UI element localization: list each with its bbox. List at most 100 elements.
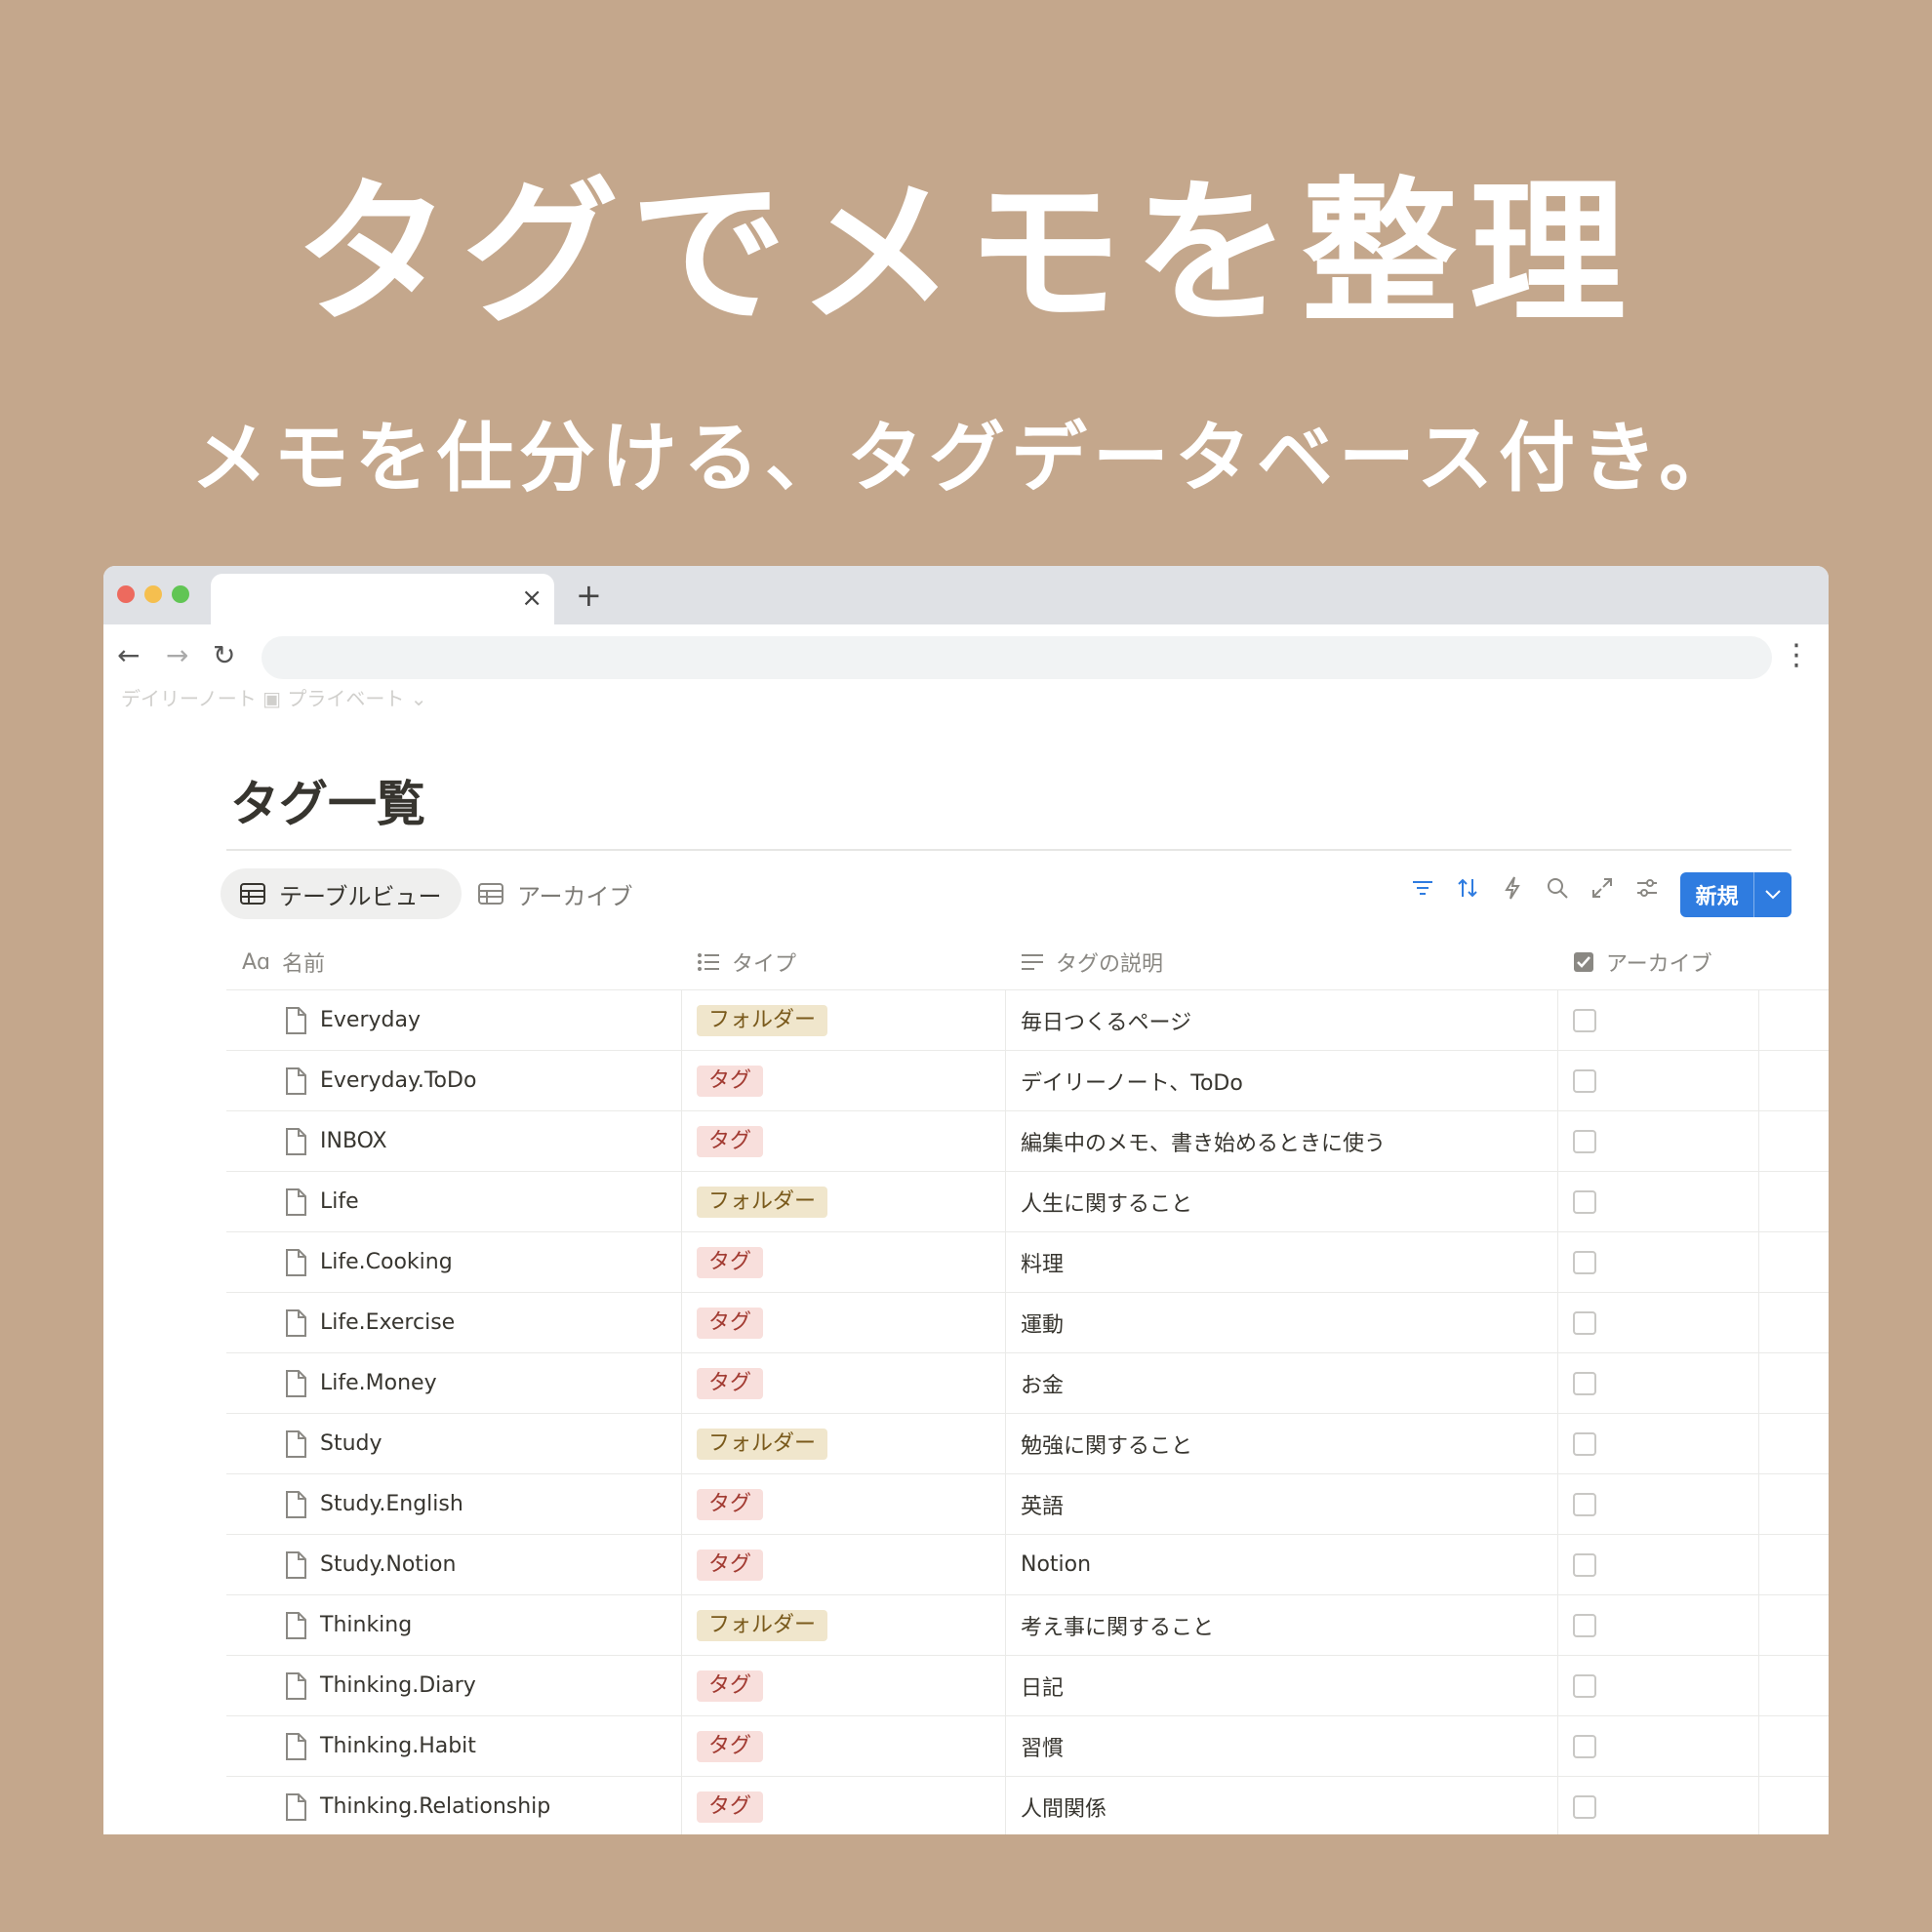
tab-close-icon[interactable]: × bbox=[521, 584, 543, 613]
type-cell[interactable]: タグ bbox=[697, 1232, 764, 1292]
name-cell[interactable]: Life bbox=[285, 1172, 359, 1231]
table-row[interactable]: Life.Exercise タグ 運動 bbox=[226, 1293, 1829, 1353]
archive-checkbox[interactable] bbox=[1573, 1552, 1596, 1577]
window-close-button[interactable] bbox=[117, 585, 135, 603]
row-name: Life.Cooking bbox=[320, 1250, 453, 1274]
archive-checkbox[interactable] bbox=[1573, 1371, 1596, 1395]
name-cell[interactable]: Study.Notion bbox=[285, 1535, 456, 1594]
archive-checkbox[interactable] bbox=[1573, 1492, 1596, 1516]
name-cell[interactable]: Life.Cooking bbox=[285, 1232, 453, 1292]
type-cell[interactable]: タグ bbox=[697, 1111, 764, 1171]
table-row[interactable]: Life.Money タグ お金 bbox=[226, 1353, 1829, 1414]
forward-icon[interactable]: → bbox=[166, 638, 188, 673]
new-button[interactable]: 新規 bbox=[1680, 872, 1791, 917]
name-cell[interactable]: Thinking bbox=[285, 1595, 412, 1655]
description-cell[interactable]: 英語 bbox=[1021, 1474, 1064, 1534]
table-row[interactable]: Life.Cooking タグ 料理 bbox=[226, 1232, 1829, 1293]
name-cell[interactable]: Study.English bbox=[285, 1474, 463, 1534]
search-icon[interactable] bbox=[1546, 876, 1569, 900]
new-tab-button[interactable]: + bbox=[576, 578, 602, 613]
type-cell[interactable]: タグ bbox=[697, 1293, 764, 1352]
archive-checkbox[interactable] bbox=[1573, 1008, 1596, 1032]
type-cell[interactable]: フォルダー bbox=[697, 1172, 828, 1231]
table-row[interactable]: Study フォルダー 勉強に関すること bbox=[226, 1414, 1829, 1474]
window-minimize-button[interactable] bbox=[144, 585, 162, 603]
type-cell[interactable]: フォルダー bbox=[697, 990, 828, 1050]
archive-checkbox[interactable] bbox=[1573, 1431, 1596, 1456]
table-row[interactable]: Thinking.Relationship タグ 人間関係 bbox=[226, 1777, 1829, 1834]
table-row[interactable]: Study.Notion タグ Notion bbox=[226, 1535, 1829, 1595]
name-cell[interactable]: Thinking.Habit bbox=[285, 1716, 476, 1776]
description-cell[interactable]: 勉強に関すること bbox=[1021, 1414, 1192, 1473]
name-cell[interactable]: Thinking.Relationship bbox=[285, 1777, 550, 1834]
description-cell[interactable]: 毎日つくるページ bbox=[1021, 990, 1191, 1050]
sort-icon[interactable] bbox=[1456, 876, 1479, 900]
settings-sliders-icon[interactable] bbox=[1635, 876, 1659, 900]
window-zoom-button[interactable] bbox=[172, 585, 189, 603]
table-row[interactable]: INBOX タグ 編集中のメモ、書き始めるときに使う bbox=[226, 1111, 1829, 1172]
type-cell[interactable]: フォルダー bbox=[697, 1414, 828, 1473]
browser-tab[interactable]: × bbox=[211, 574, 554, 624]
expand-icon[interactable] bbox=[1590, 876, 1614, 900]
column-header-archive[interactable]: アーカイブ bbox=[1573, 935, 1712, 989]
type-cell[interactable]: フォルダー bbox=[697, 1595, 828, 1655]
type-cell[interactable]: タグ bbox=[697, 1353, 764, 1413]
column-header-description[interactable]: タグの説明 bbox=[1021, 935, 1163, 989]
table-row[interactable]: Study.English タグ 英語 bbox=[226, 1474, 1829, 1535]
archive-cell bbox=[1573, 1716, 1596, 1776]
reload-icon[interactable]: ↻ bbox=[213, 638, 235, 673]
type-cell[interactable]: タグ bbox=[697, 1716, 764, 1776]
description-cell[interactable]: お金 bbox=[1021, 1353, 1064, 1413]
type-cell[interactable]: タグ bbox=[697, 1051, 764, 1110]
archive-checkbox[interactable] bbox=[1573, 1673, 1596, 1698]
tab-table-view[interactable]: テーブルビュー bbox=[221, 868, 462, 919]
type-cell[interactable]: タグ bbox=[697, 1656, 764, 1715]
name-cell[interactable]: INBOX bbox=[285, 1111, 387, 1171]
lightning-icon[interactable] bbox=[1501, 876, 1524, 900]
description-cell[interactable]: 料理 bbox=[1021, 1232, 1064, 1292]
column-label: 名前 bbox=[282, 952, 326, 977]
description-cell[interactable]: 編集中のメモ、書き始めるときに使う bbox=[1021, 1111, 1386, 1171]
name-cell[interactable]: Life.Money bbox=[285, 1353, 437, 1413]
breadcrumb[interactable]: デイリーノート ▣ プライベート ⌄ bbox=[121, 683, 427, 711]
name-cell[interactable]: Thinking.Diary bbox=[285, 1656, 476, 1715]
table-row[interactable]: Life フォルダー 人生に関すること bbox=[226, 1172, 1829, 1232]
name-cell[interactable]: Life.Exercise bbox=[285, 1293, 455, 1352]
table-row[interactable]: Thinking フォルダー 考え事に関すること bbox=[226, 1595, 1829, 1656]
browser-menu-icon[interactable]: ⋮ bbox=[1782, 638, 1811, 673]
archive-checkbox[interactable] bbox=[1573, 1189, 1596, 1214]
description-cell[interactable]: Notion bbox=[1021, 1535, 1091, 1594]
description-cell[interactable]: 考え事に関すること bbox=[1021, 1595, 1214, 1655]
archive-checkbox[interactable] bbox=[1573, 1250, 1596, 1274]
description-cell[interactable]: デイリーノート、ToDo bbox=[1021, 1051, 1243, 1110]
chevron-down-icon[interactable] bbox=[1754, 872, 1791, 917]
archive-checkbox[interactable] bbox=[1573, 1068, 1596, 1093]
name-cell[interactable]: Everyday bbox=[285, 990, 421, 1050]
archive-checkbox[interactable] bbox=[1573, 1794, 1596, 1819]
address-bar[interactable] bbox=[262, 636, 1772, 679]
archive-checkbox[interactable] bbox=[1573, 1129, 1596, 1153]
type-cell[interactable]: タグ bbox=[697, 1474, 764, 1534]
tab-archive-view[interactable]: アーカイブ bbox=[459, 868, 653, 919]
table-row[interactable]: Thinking.Habit タグ 習慣 bbox=[226, 1716, 1829, 1777]
description-cell[interactable]: 日記 bbox=[1021, 1656, 1064, 1715]
column-header-name[interactable]: Aɑ 名前 bbox=[242, 935, 325, 989]
name-cell[interactable]: Study bbox=[285, 1414, 382, 1473]
type-cell[interactable]: タグ bbox=[697, 1777, 764, 1834]
description-cell[interactable]: 習慣 bbox=[1021, 1716, 1064, 1776]
new-button-label[interactable]: 新規 bbox=[1680, 872, 1755, 917]
archive-checkbox[interactable] bbox=[1573, 1734, 1596, 1758]
archive-checkbox[interactable] bbox=[1573, 1310, 1596, 1335]
back-icon[interactable]: ← bbox=[117, 638, 140, 673]
description-cell[interactable]: 運動 bbox=[1021, 1293, 1064, 1352]
filter-icon[interactable] bbox=[1411, 876, 1434, 900]
table-row[interactable]: Everyday フォルダー 毎日つくるページ bbox=[226, 990, 1829, 1051]
description-cell[interactable]: 人間関係 bbox=[1021, 1777, 1107, 1834]
column-header-type[interactable]: タイプ bbox=[697, 935, 796, 989]
table-row[interactable]: Everyday.ToDo タグ デイリーノート、ToDo bbox=[226, 1051, 1829, 1111]
name-cell[interactable]: Everyday.ToDo bbox=[285, 1051, 476, 1110]
table-row[interactable]: Thinking.Diary タグ 日記 bbox=[226, 1656, 1829, 1716]
archive-checkbox[interactable] bbox=[1573, 1613, 1596, 1637]
type-cell[interactable]: タグ bbox=[697, 1535, 764, 1594]
description-cell[interactable]: 人生に関すること bbox=[1021, 1172, 1192, 1231]
